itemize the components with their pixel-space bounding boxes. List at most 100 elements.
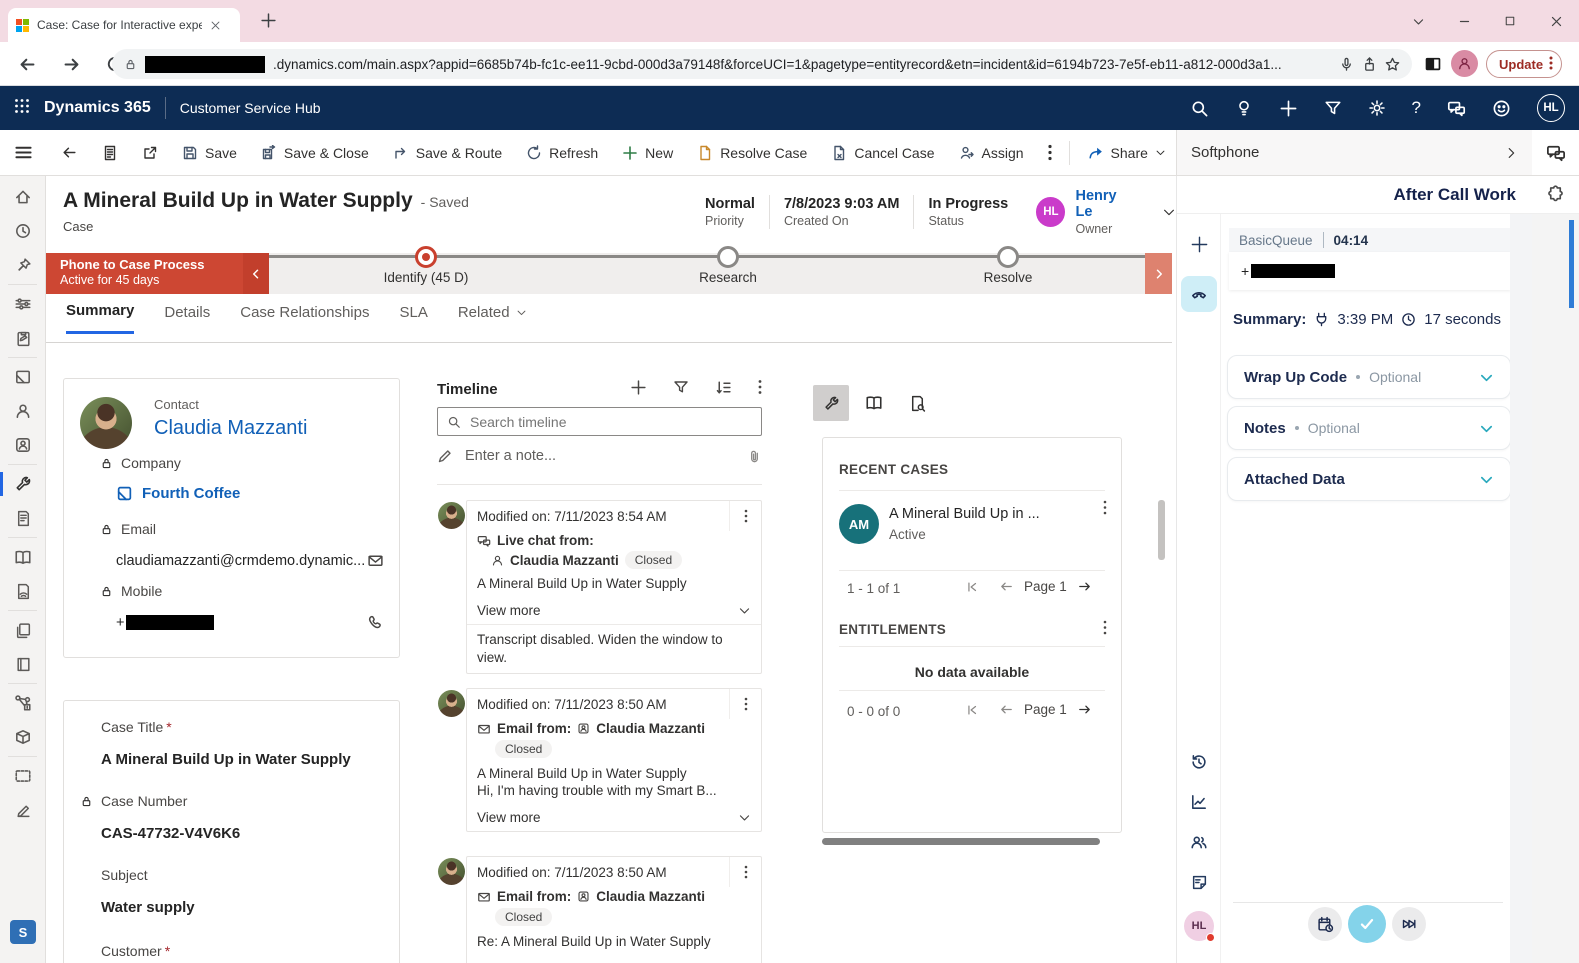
related-tab-knowledge[interactable] [856, 385, 892, 421]
more-commands-icon[interactable] [1037, 135, 1063, 171]
sidebar-item-pinned[interactable] [0, 248, 46, 282]
site-map-toggle-icon[interactable] [14, 143, 33, 162]
save-route-button[interactable]: Save & Route [382, 135, 513, 171]
browser-menu-chevron-icon[interactable] [1395, 0, 1441, 42]
timeline-search[interactable] [437, 407, 762, 436]
minimize-icon[interactable] [1441, 0, 1487, 42]
entry-more-icon[interactable] [729, 857, 761, 887]
cancel-case-button[interactable]: Cancel Case [820, 135, 945, 171]
subject-value[interactable]: Water supply [101, 899, 195, 916]
entry-more-icon[interactable] [729, 689, 761, 719]
waffle-icon[interactable] [14, 98, 30, 119]
envelope-icon[interactable] [367, 552, 384, 569]
user-avatar[interactable]: HL [1537, 94, 1565, 122]
help-icon[interactable]: ? [1412, 98, 1421, 118]
browser-tab[interactable]: Case: Case for Interactive experie [8, 8, 240, 42]
browser-kebab-icon[interactable] [1549, 55, 1553, 74]
sidebar-item-products[interactable] [0, 720, 46, 754]
bpf-stage-resolve-label[interactable]: Resolve [984, 270, 1033, 285]
first-page-icon[interactable] [965, 703, 979, 717]
caller-number-card[interactable]: + [1229, 252, 1511, 290]
bpf-stage-research-dot[interactable] [717, 246, 739, 268]
chevron-down-icon[interactable] [1479, 421, 1494, 436]
bpf-stage-resolve-dot[interactable] [997, 246, 1019, 268]
puzzle-icon[interactable] [1532, 176, 1579, 214]
active-call-session-tab[interactable] [1181, 276, 1217, 312]
smiley-icon[interactable] [1492, 99, 1511, 118]
timeline-search-input[interactable] [470, 414, 752, 430]
related-tab-cases[interactable] [813, 385, 849, 421]
send-to-devices-icon[interactable] [1362, 57, 1377, 72]
skip-acw-button[interactable] [1392, 907, 1426, 941]
entry-contact[interactable]: Claudia Mazzanti [510, 553, 619, 568]
company-value-row[interactable]: Fourth Coffee [116, 485, 240, 502]
back-record-button[interactable] [50, 135, 89, 171]
attached-data-accordion[interactable]: Attached Data [1227, 457, 1511, 501]
sidebar-item-social-profiles[interactable] [0, 428, 46, 462]
contacts-people-icon[interactable] [1177, 824, 1221, 860]
related-tab-search[interactable] [899, 385, 935, 421]
insights-chart-icon[interactable] [1177, 784, 1221, 820]
new-button[interactable]: New [611, 135, 684, 171]
save-button[interactable]: Save [171, 135, 248, 171]
sidebar-item-home[interactable] [0, 180, 46, 214]
note-entry-row[interactable]: Enter a note... [437, 448, 762, 464]
sidebar-item-activities[interactable] [0, 321, 46, 355]
notes-icon[interactable] [1177, 864, 1221, 900]
notes-accordion[interactable]: Notes Optional [1227, 406, 1511, 450]
bpf-stage-identify-dot[interactable] [415, 246, 437, 268]
search-icon[interactable] [1190, 99, 1209, 118]
email-value[interactable]: claudiamazzanti@crmdemo.dynamic... [116, 553, 367, 569]
tab-summary[interactable]: Summary [66, 302, 134, 334]
tab-sla[interactable]: SLA [399, 304, 427, 333]
view-more-toggle[interactable]: View more [467, 597, 761, 624]
header-expand-chevron-icon[interactable] [1162, 205, 1176, 219]
quick-create-plus-icon[interactable] [1279, 99, 1298, 118]
softphone-add-icon[interactable] [1177, 226, 1221, 262]
schedule-callback-button[interactable] [1308, 907, 1342, 941]
bpf-stage-research-label[interactable]: Research [699, 270, 757, 285]
assign-button[interactable]: Assign [948, 135, 1035, 171]
entry-contact[interactable]: Claudia Mazzanti [596, 889, 705, 904]
browser-profile-avatar[interactable] [1451, 50, 1478, 77]
sidebar-item-recent[interactable] [0, 214, 46, 248]
next-page-icon[interactable] [1077, 579, 1092, 594]
side-panel-icon[interactable] [1424, 55, 1442, 78]
bpf-collapse-chevron-icon[interactable] [243, 253, 269, 294]
resolve-case-button[interactable]: Resolve Case [686, 135, 818, 171]
sidebar-item-knowledge-search[interactable] [0, 574, 46, 608]
entry-contact[interactable]: Claudia Mazzanti [596, 721, 705, 736]
wrap-up-code-accordion[interactable]: Wrap Up Code Optional [1227, 355, 1511, 399]
sidebar-item-accounts[interactable] [0, 360, 46, 394]
first-page-icon[interactable] [965, 580, 979, 594]
owner-field[interactable]: Henry Le Owner [1075, 188, 1136, 236]
prev-page-icon[interactable] [999, 579, 1014, 594]
back-icon[interactable] [12, 49, 42, 79]
paperclip-icon[interactable] [747, 449, 762, 464]
timeline-filter-icon[interactable] [673, 379, 689, 400]
timeline-entry-livechat[interactable]: Modified on: 7/11/2023 8:54 AM Live chat… [466, 500, 762, 674]
tab-case-relationships[interactable]: Case Relationships [240, 304, 369, 333]
case-title-value[interactable]: A Mineral Build Up in Water Supply [101, 751, 351, 768]
conversations-chat-icon[interactable] [1532, 130, 1579, 175]
timeline-sort-icon[interactable] [715, 379, 732, 400]
recent-case-title[interactable]: A Mineral Build Up in ... [889, 506, 1040, 522]
sidebar-item-cases[interactable] [0, 467, 46, 501]
close-window-icon[interactable] [1533, 0, 1579, 42]
chevron-down-icon[interactable] [1479, 370, 1494, 385]
complete-acw-button[interactable] [1348, 905, 1386, 943]
mic-icon[interactable] [1339, 57, 1354, 72]
new-tab-button[interactable] [260, 12, 277, 29]
timeline-entry-email-1[interactable]: Modified on: 7/11/2023 8:50 AM Email fro… [466, 688, 762, 832]
collapse-panel-chevron-icon[interactable] [1504, 146, 1518, 160]
contact-name-link[interactable]: Claudia Mazzanti [154, 417, 307, 440]
softphone-panel-header[interactable]: Softphone [1176, 130, 1532, 175]
browser-update-button[interactable]: Update [1486, 50, 1562, 78]
sidebar-item-compose[interactable] [0, 793, 46, 827]
related-horizontal-scrollbar[interactable] [822, 838, 1100, 845]
bpf-stage-identify-label[interactable]: Identify (45 D) [384, 270, 469, 285]
app-name[interactable]: Customer Service Hub [180, 100, 321, 116]
tab-close-icon[interactable] [210, 20, 221, 31]
recent-case-more-icon[interactable] [1103, 500, 1107, 520]
filter-icon[interactable] [1324, 99, 1342, 117]
